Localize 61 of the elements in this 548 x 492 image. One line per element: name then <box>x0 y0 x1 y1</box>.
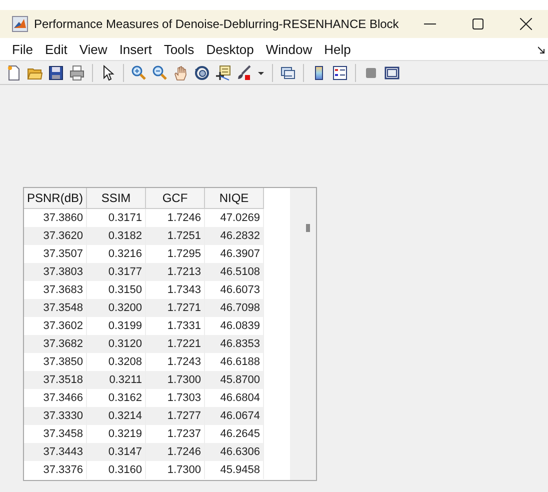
table-cell: 37.3803 <box>24 263 87 281</box>
table-cell: 46.2832 <box>204 227 264 245</box>
table-cell: 46.5108 <box>204 263 264 281</box>
window-frame-icon[interactable] <box>384 64 400 80</box>
table-cell: 37.3682 <box>24 335 87 353</box>
table-cell: 0.3182 <box>86 227 146 245</box>
table-cell: 37.3376 <box>24 461 87 479</box>
column-header[interactable]: NIQE <box>204 188 264 208</box>
table-cell: 46.7098 <box>204 299 264 317</box>
table-cell: 37.3330 <box>24 407 87 425</box>
column-header[interactable]: GCF <box>146 188 205 208</box>
data-cursor-icon[interactable] <box>215 64 231 80</box>
table-cell: 1.7277 <box>146 407 205 425</box>
save-icon[interactable] <box>48 64 64 80</box>
table-cell: 46.6306 <box>204 443 264 461</box>
table-cell: 37.3443 <box>24 443 87 461</box>
table-cell: 37.3518 <box>24 371 87 389</box>
table-cell: 1.7213 <box>146 263 205 281</box>
table-cell: 37.3548 <box>24 299 87 317</box>
menu-item[interactable]: Window <box>260 42 318 56</box>
table-cell: 1.7246 <box>146 443 205 461</box>
table-cell: 0.3160 <box>86 461 146 479</box>
table-cell: 0.3147 <box>86 443 146 461</box>
table-cell: 0.3200 <box>86 299 146 317</box>
menu-item[interactable]: Edit <box>38 42 74 56</box>
table-cell: 46.8353 <box>204 335 264 353</box>
printer-icon[interactable] <box>69 64 85 80</box>
app-icon <box>12 16 28 32</box>
menu-item[interactable]: Tools <box>158 42 200 56</box>
table-cell: 45.8700 <box>204 371 264 389</box>
menu-item[interactable]: File <box>6 42 39 56</box>
menu-item[interactable]: View <box>73 42 114 56</box>
table-cell: 0.3177 <box>86 263 146 281</box>
close-icon[interactable] <box>520 18 532 30</box>
brush-icon[interactable] <box>236 64 252 80</box>
table-cell: 1.7271 <box>146 299 205 317</box>
table-cell: 1.7221 <box>146 335 205 353</box>
column-header[interactable]: SSIM <box>86 188 146 208</box>
table-cell: 0.3214 <box>86 407 146 425</box>
table-cell: 1.7251 <box>146 227 205 245</box>
table-cell: 0.3211 <box>86 371 146 389</box>
linked-plots-icon[interactable] <box>280 64 296 80</box>
table-cell: 46.0674 <box>204 407 264 425</box>
table-cell: 0.3120 <box>86 335 146 353</box>
column-header[interactable]: PSNR(dB) <box>24 188 87 208</box>
maximize-icon[interactable] <box>472 18 484 30</box>
legend-icon[interactable] <box>332 64 348 80</box>
scrollbar-thumb[interactable] <box>306 224 310 232</box>
table-cell: 1.7300 <box>146 461 205 479</box>
menu-item[interactable]: Desktop <box>200 42 260 56</box>
zoom-in-icon[interactable] <box>131 64 147 80</box>
zoom-out-icon[interactable] <box>152 64 168 80</box>
menu-item[interactable]: Insert <box>113 42 158 56</box>
table-cell: 37.3620 <box>24 227 87 245</box>
menu-item[interactable]: Help <box>318 42 357 56</box>
rotate-3d-icon[interactable] <box>194 64 210 80</box>
window-title: Performance Measures of Denoise-Deblurring-RESENHANCE Block <box>34 17 399 31</box>
hand-icon[interactable] <box>173 64 189 80</box>
dock-arrow-icon[interactable] <box>538 46 546 54</box>
new-file-icon[interactable] <box>6 64 22 80</box>
table-cell: 1.7300 <box>146 371 205 389</box>
